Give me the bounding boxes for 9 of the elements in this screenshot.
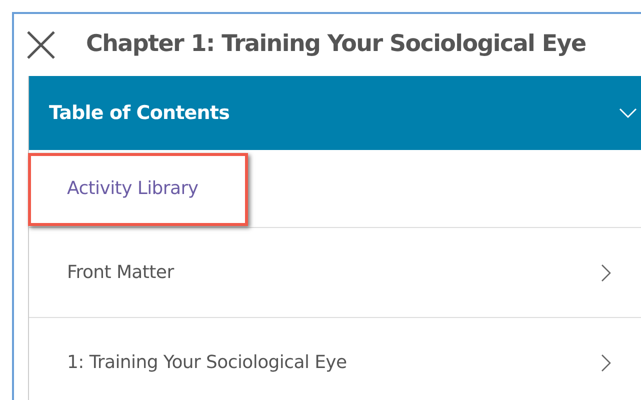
- toc-link[interactable]: Activity Library: [67, 175, 198, 202]
- page-title: Chapter 1: Training Your Sociological Eye: [86, 31, 586, 59]
- toc-header[interactable]: Table of Contents: [29, 76, 641, 150]
- toc-heading: Table of Contents: [49, 100, 230, 126]
- chevron-icon: [601, 264, 611, 282]
- toc-item[interactable]: 1: Training Your Sociological Eye: [67, 349, 347, 376]
- close-icon[interactable]: [26, 30, 56, 60]
- chevron-icon: [601, 354, 611, 372]
- toc-item[interactable]: Front Matter: [67, 259, 174, 286]
